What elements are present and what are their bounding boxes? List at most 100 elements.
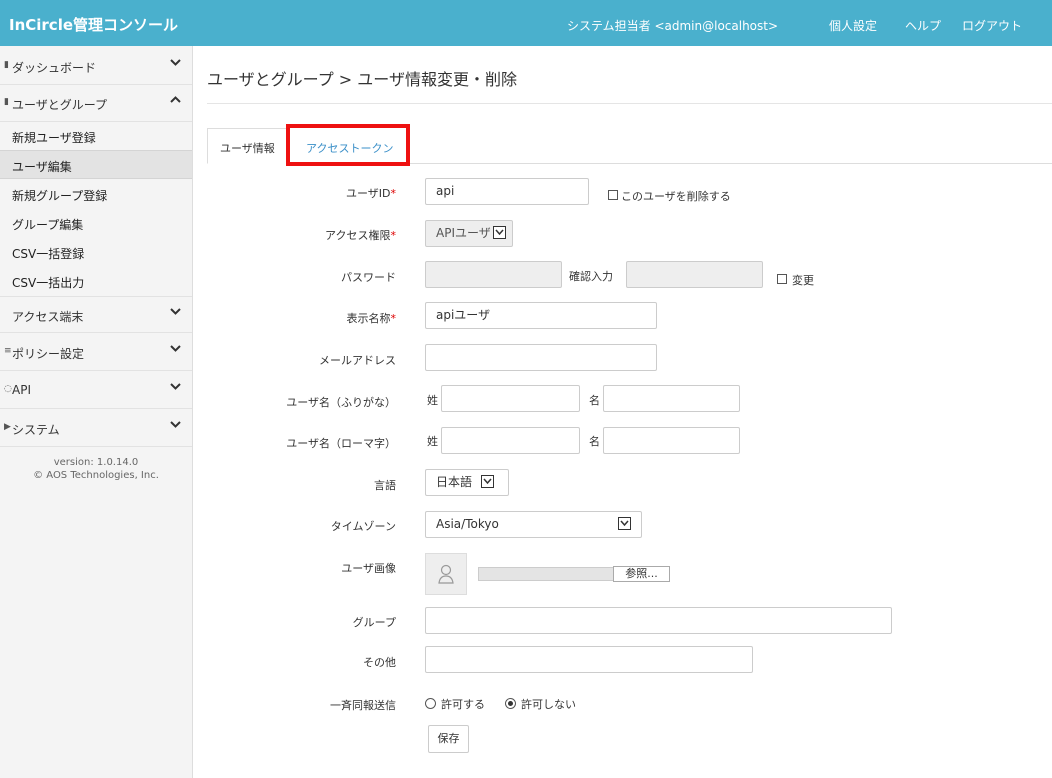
user-image-preview: [425, 553, 467, 595]
timezone-select[interactable]: Asia/Tokyo: [425, 511, 642, 538]
sidebar-section-system[interactable]: ▶ システム: [0, 410, 192, 447]
user-image-label: ユーザ画像: [341, 562, 396, 575]
tab-label: ユーザ情報: [220, 142, 275, 155]
top-bar: InCircle管理コンソール システム担当者 <admin@localhost…: [0, 0, 1052, 46]
confirm-password-field[interactable]: [626, 261, 763, 288]
password-label: パスワード: [341, 271, 396, 284]
divider: [207, 103, 1052, 104]
deny-label: 許可しない: [521, 698, 576, 711]
other-label: その他: [363, 656, 396, 669]
nav-personal-settings[interactable]: 個人設定: [829, 17, 877, 34]
password-field[interactable]: [425, 261, 562, 288]
sidebar-item-label: CSV一括出力: [12, 276, 85, 290]
language-value: 日本語: [436, 475, 473, 489]
kana-first-field[interactable]: [603, 385, 740, 412]
nav-logout[interactable]: ログアウト: [962, 17, 1022, 34]
nav-help[interactable]: ヘルプ: [905, 17, 941, 34]
user-id-label: ユーザID*: [346, 187, 396, 200]
user-icon: ▮: [4, 97, 9, 107]
chevron-up-icon: [170, 96, 181, 103]
name-roma-label: ユーザ名（ローマ字）: [286, 437, 396, 450]
sidebar-section-users-groups[interactable]: ▮ ユーザとグループ: [0, 85, 192, 122]
email-label: メールアドレス: [319, 354, 396, 367]
display-name-field[interactable]: apiユーザ: [425, 302, 657, 329]
version-info: version: 1.0.14.0 © AOS Technologies, In…: [0, 456, 192, 482]
group-label: グループ: [352, 616, 396, 629]
sidebar-item-label: 新規ユーザ登録: [12, 131, 96, 145]
chevron-down-icon: [170, 345, 181, 352]
sidebar-section-label: システム: [12, 423, 60, 437]
chart-icon: ▮: [4, 60, 9, 70]
change-password-label: 変更: [792, 274, 814, 287]
sidebar-item-edit-user[interactable]: ユーザ編集: [0, 150, 192, 179]
broadcast-label: 一斉同報送信: [330, 699, 396, 712]
chevron-down-icon: [493, 226, 506, 239]
timezone-value: Asia/Tokyo: [436, 517, 499, 531]
access-label: アクセス権限*: [325, 229, 396, 242]
sidebar-section-api[interactable]: ◌ API: [0, 372, 192, 409]
group-field[interactable]: [425, 607, 892, 634]
sidebar-section-label: ポリシー設定: [12, 347, 85, 361]
file-path-field: [478, 567, 614, 581]
delete-user-label: このユーザを削除する: [621, 190, 731, 203]
access-value: APIユーザ: [436, 226, 491, 240]
name-kana-label: ユーザ名（ふりがな）: [286, 396, 396, 409]
confirm-label: 確認入力: [569, 270, 613, 283]
sidebar-section-devices[interactable]: アクセス端末: [0, 296, 192, 333]
user-id-field[interactable]: api: [425, 178, 589, 205]
list-icon: ≡: [4, 346, 12, 356]
chevron-down-icon: [481, 475, 494, 488]
sidebar-item-csv-import[interactable]: CSV一括登録: [0, 238, 192, 267]
access-select[interactable]: APIユーザ: [425, 220, 513, 247]
sidebar: ▮ ダッシュボード ▮ ユーザとグループ 新規ユーザ登録 ユーザ編集 新規グルー…: [0, 46, 193, 778]
chevron-down-icon: [170, 308, 181, 315]
chevron-down-icon: [618, 517, 631, 530]
browse-button[interactable]: 参照...: [613, 566, 670, 582]
page-title: ユーザとグループ > ユーザ情報変更・削除: [207, 70, 517, 89]
change-password-checkbox[interactable]: [777, 274, 787, 284]
kana-last-field[interactable]: [441, 385, 580, 412]
sidebar-item-label: 新規グループ登録: [12, 189, 108, 203]
roma-first-field[interactable]: [603, 427, 740, 454]
kana-first-label: 名: [589, 394, 600, 407]
person-icon: [438, 564, 454, 584]
sidebar-section-label: アクセス端末: [12, 310, 84, 324]
sidebar-section-label: ユーザとグループ: [12, 98, 108, 112]
current-user: システム担当者 <admin@localhost>: [567, 19, 779, 33]
version-text: version: 1.0.14.0: [53, 457, 139, 468]
timezone-label: タイムゾーン: [330, 520, 396, 533]
deny-radio[interactable]: [505, 698, 516, 709]
email-field[interactable]: [425, 344, 657, 371]
roma-last-field[interactable]: [441, 427, 580, 454]
tab-access-token[interactable]: アクセストークン: [286, 124, 410, 166]
roma-last-label: 姓: [427, 435, 438, 448]
sidebar-section-policy[interactable]: ≡ ポリシー設定: [0, 334, 192, 371]
allow-radio[interactable]: [425, 698, 436, 709]
display-name-label: 表示名称*: [346, 312, 397, 325]
sidebar-item-csv-export[interactable]: CSV一括出力: [0, 267, 192, 296]
roma-first-label: 名: [589, 435, 600, 448]
sidebar-section-dashboard[interactable]: ▮ ダッシュボード: [0, 48, 192, 85]
copyright-text: © AOS Technologies, Inc.: [33, 470, 159, 481]
sidebar-item-label: グループ編集: [12, 218, 84, 232]
sidebar-section-label: API: [12, 383, 31, 397]
sidebar-item-edit-group[interactable]: グループ編集: [0, 209, 192, 238]
other-field[interactable]: [425, 646, 753, 673]
tab-user-info[interactable]: ユーザ情報: [207, 128, 289, 164]
api-icon: ◌: [4, 384, 12, 394]
language-label: 言語: [374, 479, 396, 492]
kana-last-label: 姓: [427, 394, 438, 407]
save-button[interactable]: 保存: [428, 725, 469, 753]
chevron-down-icon: [170, 421, 181, 428]
sidebar-item-new-user[interactable]: 新規ユーザ登録: [0, 122, 192, 151]
delete-user-checkbox[interactable]: [608, 190, 618, 200]
allow-label: 許可する: [441, 698, 485, 711]
brand-title[interactable]: InCircle管理コンソール: [9, 14, 178, 35]
play-icon: ▶: [4, 422, 11, 432]
sidebar-item-new-group[interactable]: 新規グループ登録: [0, 180, 192, 209]
chevron-down-icon: [170, 59, 181, 66]
tab-label: アクセストークン: [306, 142, 394, 155]
language-select[interactable]: 日本語: [425, 469, 509, 496]
chevron-down-icon: [170, 383, 181, 390]
sidebar-item-label: ユーザ編集: [12, 160, 72, 174]
